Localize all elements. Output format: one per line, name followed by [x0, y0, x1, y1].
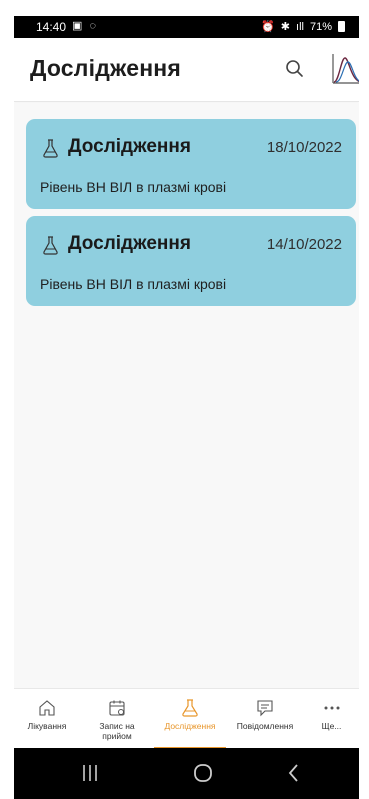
bottom-navigation: Лікування Запис на прийом Дослідження По… — [14, 688, 359, 749]
flask-icon — [43, 236, 58, 255]
cropped-caption-strip — [0, 0, 369, 16]
recent-apps-button[interactable] — [80, 762, 100, 784]
house-icon — [39, 700, 55, 716]
nav-label: Ще... — [321, 721, 342, 731]
nav-label: Дослідження — [164, 721, 216, 731]
calendar-icon — [109, 700, 125, 716]
nav-item-treatment[interactable]: Лікування — [14, 689, 80, 749]
study-date: 18/10/2022 — [266, 139, 342, 156]
study-title: Дослідження — [68, 136, 191, 157]
home-button[interactable] — [192, 762, 214, 784]
bluetooth-icon: ✱ — [280, 21, 291, 33]
nav-label: Запис на прийом — [99, 721, 135, 741]
flask-icon — [43, 139, 58, 158]
page-title: Дослідження — [30, 55, 182, 81]
study-card[interactable]: Дослідження 14/10/2022 Рівень ВН ВІЛ в п… — [26, 216, 356, 306]
status-bar: 14:40 ▣ ◌ ⏰ ✱ ıll 71% — [14, 16, 359, 38]
battery-percent: 71% — [309, 20, 332, 33]
nav-item-messages[interactable]: Повідомлення — [226, 689, 304, 749]
nav-item-studies[interactable]: Дослідження — [154, 689, 226, 749]
app-header: Дослідження — [14, 38, 359, 102]
nav-item-more[interactable]: Ще... — [304, 689, 359, 749]
study-date: 14/10/2022 — [266, 236, 342, 253]
message-icon — [257, 700, 273, 717]
nav-item-appointment[interactable]: Запис на прийом — [80, 689, 154, 749]
notification-icons: ▣ ◌ — [72, 20, 98, 32]
more-icon — [324, 706, 339, 710]
nav-label: Лікування — [27, 721, 67, 731]
battery-icon — [338, 21, 345, 32]
nav-label: Повідомлення — [236, 721, 294, 731]
back-button[interactable] — [284, 762, 304, 784]
study-subtitle: Рівень ВН ВІЛ в плазмі крові — [40, 276, 227, 292]
system-navigation-bar — [14, 748, 359, 799]
phone-screen: 14:40 ▣ ◌ ⏰ ✱ ıll 71% Дослідження Дослід… — [14, 16, 359, 799]
search-button[interactable] — [282, 56, 308, 82]
chart-curve-icon — [332, 54, 359, 84]
chart-view-button[interactable] — [330, 52, 359, 86]
study-subtitle: Рівень ВН ВІЛ в плазмі крові — [40, 179, 227, 195]
study-card[interactable]: Дослідження 18/10/2022 Рівень ВН ВІЛ в п… — [26, 119, 356, 209]
flask-icon — [182, 699, 198, 717]
alarm-icon: ⏰ — [261, 21, 275, 33]
studies-list: Дослідження 18/10/2022 Рівень ВН ВІЛ в п… — [14, 103, 359, 688]
status-time: 14:40 — [36, 20, 67, 34]
signal-icon: ıll — [296, 20, 304, 33]
search-icon — [286, 60, 303, 77]
status-right-icons: ⏰ ✱ ıll 71% — [261, 20, 345, 33]
study-title: Дослідження — [68, 233, 191, 254]
